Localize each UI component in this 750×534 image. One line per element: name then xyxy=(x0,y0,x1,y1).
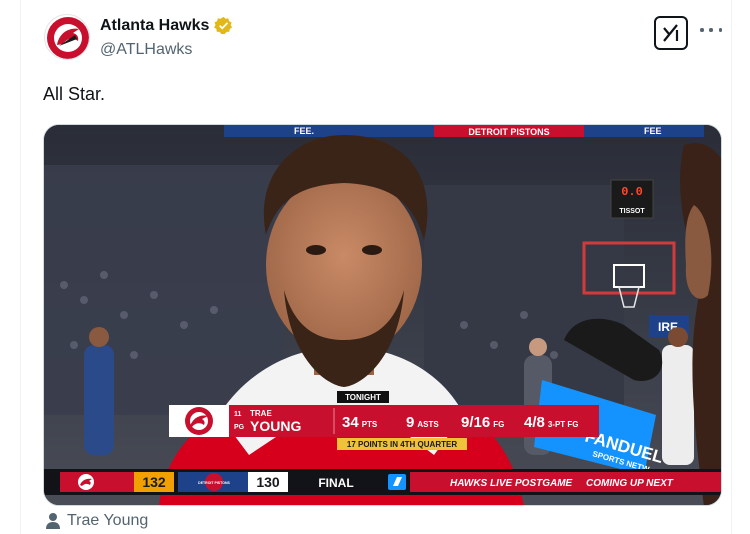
shot-clock-value: 0.0 xyxy=(621,185,643,199)
referee xyxy=(662,345,694,465)
bystander-left-head xyxy=(89,327,109,347)
hawks-logo-icon[interactable] xyxy=(44,14,90,60)
bystander-right-head xyxy=(529,338,547,356)
player-eye-right xyxy=(362,245,382,255)
bystander-left xyxy=(84,345,114,455)
person-icon xyxy=(46,513,60,529)
scorebug-away-score: 130 xyxy=(256,474,280,490)
arena-banner-center: DETROIT PISTONS xyxy=(468,127,549,137)
name-row: Atlanta Hawks xyxy=(100,16,233,35)
tweet-text: All Star. xyxy=(43,84,106,104)
scorebug-status: FINAL xyxy=(318,476,353,490)
stat-card-footnote: 17 POINTS IN 4TH QUARTER xyxy=(347,440,457,449)
stat-card-tag-text: TONIGHT xyxy=(345,393,381,402)
tagged-user-row[interactable]: Trae Young xyxy=(45,512,148,530)
stat-card-last-name: YOUNG xyxy=(250,418,301,434)
tagged-user-name[interactable]: Trae Young xyxy=(67,512,148,530)
scorebug-network-label: HAWKS LIVE POSTGAME xyxy=(450,478,573,489)
player-face xyxy=(266,173,422,357)
shot-clock-sponsor: TISSOT xyxy=(619,208,645,215)
verified-badge-icon xyxy=(214,16,233,35)
more-dot xyxy=(718,28,722,32)
scorebug-home-score: 132 xyxy=(142,474,166,490)
arena-banner-left: FEE. xyxy=(294,126,314,136)
stat-card-number: 11 xyxy=(234,411,242,418)
stat-card-position: PG xyxy=(234,424,245,431)
user-handle[interactable]: @ATLHawks xyxy=(100,41,192,59)
arena-banner-right: FEE xyxy=(644,126,662,136)
referee-head xyxy=(668,327,688,347)
tweet-media[interactable]: FEE. DETROIT PISTONS FEE 0.0 TISSOT IRE xyxy=(43,124,722,506)
scorebug-away-logo-text: DETROIT PISTONS xyxy=(198,481,230,485)
grok-icon[interactable] xyxy=(654,16,688,50)
stat-card-first-name: TRAE xyxy=(250,409,272,418)
player-eye-left xyxy=(306,245,326,255)
more-icon[interactable] xyxy=(700,20,722,40)
more-dot xyxy=(700,28,704,32)
scorebug-coming-up: COMING UP NEXT xyxy=(586,478,674,489)
display-name[interactable]: Atlanta Hawks xyxy=(100,17,209,35)
crowd-stands-left xyxy=(44,165,284,415)
more-dot xyxy=(709,28,713,32)
